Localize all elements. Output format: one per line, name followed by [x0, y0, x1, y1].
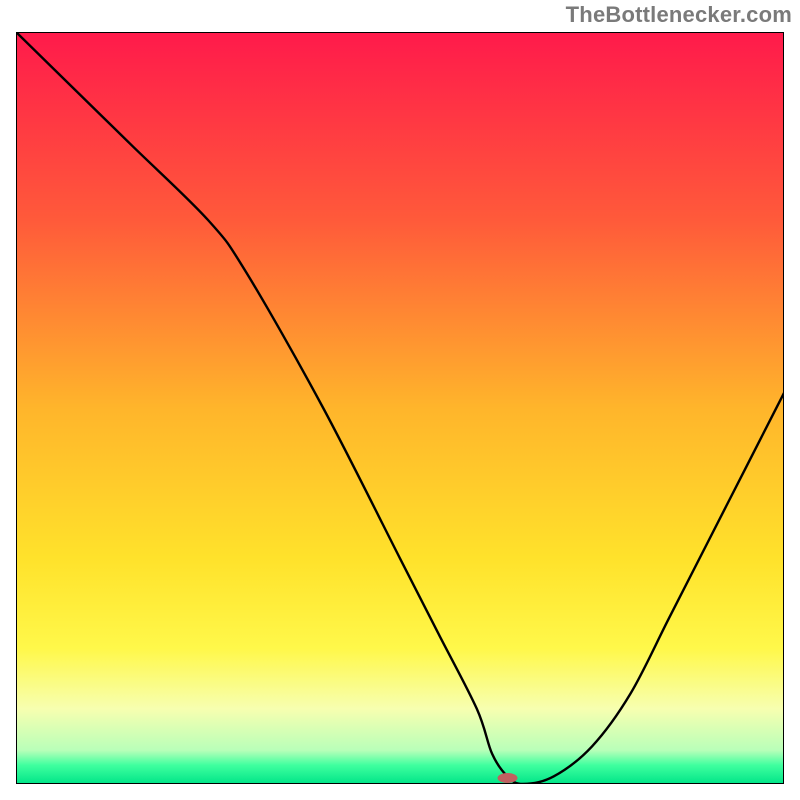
- bottleneck-chart: [16, 32, 784, 784]
- optimal-point-marker: [498, 773, 518, 783]
- attribution-text: TheBottlenecker.com: [566, 2, 792, 28]
- chart-svg: [16, 32, 784, 784]
- chart-container: TheBottlenecker.com: [0, 0, 800, 800]
